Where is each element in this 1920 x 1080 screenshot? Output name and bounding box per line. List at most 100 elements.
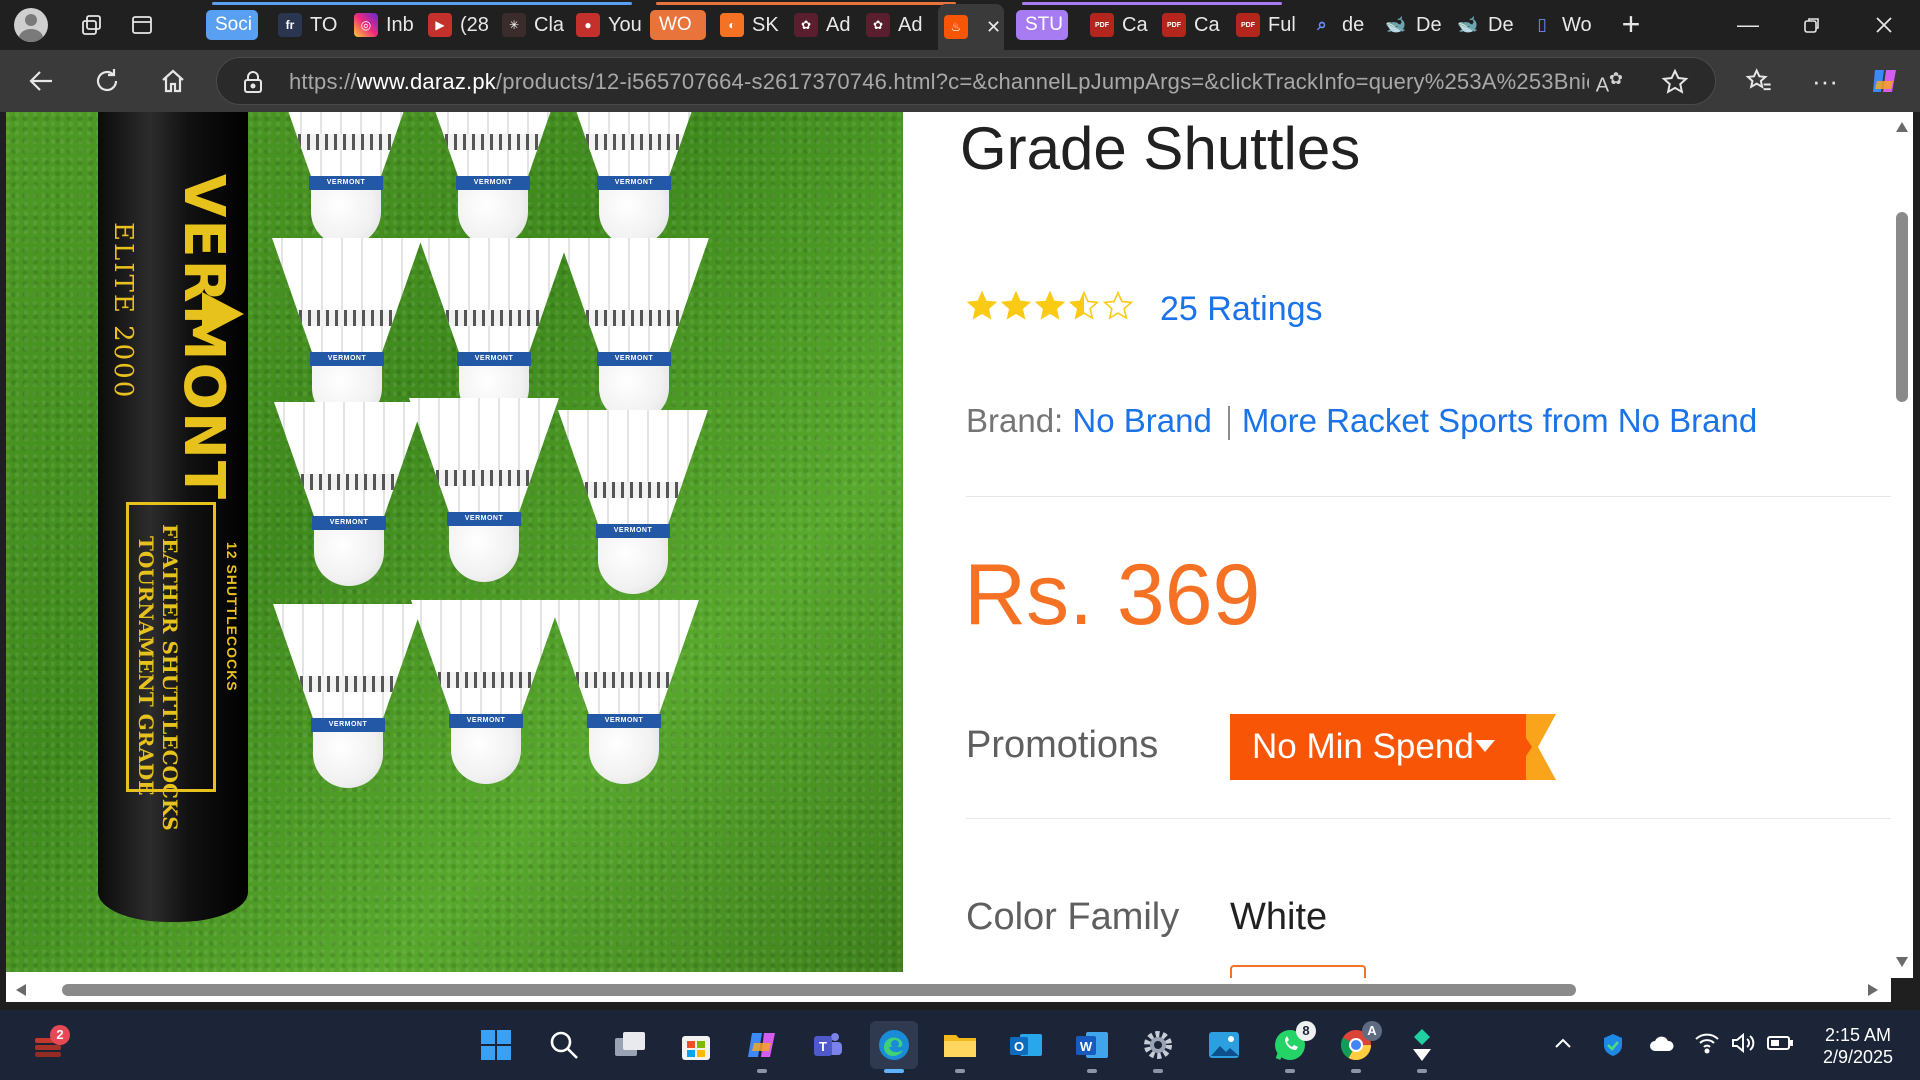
svg-text:O: O: [1014, 1039, 1024, 1054]
photos-icon[interactable]: [1200, 1021, 1248, 1069]
tab-active[interactable]: ♨ ✕: [938, 4, 1004, 50]
new-tab-button[interactable]: +: [1615, 8, 1647, 41]
horizontal-scroll-thumb[interactable]: [62, 984, 1576, 996]
tab-sk[interactable]: ◐ SK: [720, 6, 788, 44]
tab-group-soci[interactable]: Soci: [206, 10, 258, 40]
task-view-icon[interactable]: [606, 1021, 654, 1069]
tab-you[interactable]: ● You: [576, 6, 646, 44]
minimize-button[interactable]: —: [1716, 0, 1780, 50]
shuttlecock: VERMONT: [558, 410, 708, 605]
fr-icon: fr: [278, 13, 302, 37]
chrome-icon[interactable]: A: [1332, 1021, 1382, 1073]
claude-icon: ✳: [502, 13, 526, 37]
workspaces-icon[interactable]: [76, 9, 108, 41]
refresh-icon[interactable]: [90, 64, 124, 98]
settings-icon[interactable]: [1134, 1021, 1182, 1073]
security-shield-icon[interactable]: [1600, 1032, 1626, 1063]
scroll-up-icon[interactable]: [1896, 122, 1908, 132]
star-filled-icon: [1000, 290, 1032, 320]
wifi-icon[interactable]: [1694, 1032, 1720, 1059]
feather-skirt: [273, 604, 423, 724]
product-image[interactable]: VERMONT ELITE 2000 FEATHER SHUTTLECOCKS …: [6, 112, 903, 972]
tab-ad[interactable]: ✿ Ad: [794, 6, 864, 44]
scroll-down-icon[interactable]: [1896, 957, 1908, 967]
chrome-profile-badge: A: [1362, 1021, 1382, 1041]
address-bar[interactable]: https://www.daraz.pk/products/12-i565707…: [216, 57, 1716, 105]
tab-ca[interactable]: PDF Ca: [1162, 6, 1230, 44]
word-icon[interactable]: W: [1068, 1021, 1116, 1073]
tab-title: You: [608, 13, 642, 36]
tab-de[interactable]: ⌕ de: [1310, 6, 1378, 44]
tab-ad[interactable]: ✿ Ad: [866, 6, 936, 44]
back-icon[interactable]: [24, 64, 58, 98]
tab-de[interactable]: 🐋 De: [1456, 6, 1526, 44]
more-menu-icon[interactable]: ···: [1808, 64, 1842, 98]
tab-group-underline: [656, 2, 956, 5]
tab-title: Ca: [1194, 13, 1220, 36]
rating-stars[interactable]: [966, 290, 1134, 322]
tab-de[interactable]: 🐋 De: [1384, 6, 1452, 44]
horizontal-scrollbar[interactable]: [6, 978, 1891, 1002]
store-icon[interactable]: [672, 1021, 720, 1069]
tube-desc-2: TOURNAMENT GRADE: [134, 536, 158, 796]
show-hidden-icons-chevron-up-icon[interactable]: [1552, 1032, 1574, 1059]
url-prefix: https://: [289, 69, 357, 94]
tab-wo[interactable]: ▯ Wo: [1530, 6, 1598, 44]
close-window-button[interactable]: [1852, 0, 1916, 50]
tab-(28[interactable]: ▶ (28: [428, 6, 496, 44]
scroll-right-icon[interactable]: [1868, 984, 1878, 996]
brand-link[interactable]: No Brand: [1072, 402, 1211, 439]
star-filled-icon: [966, 290, 998, 320]
teams-icon[interactable]: T: [804, 1021, 852, 1069]
feather-skirt: [411, 600, 561, 720]
tab-ca[interactable]: PDF Ca: [1090, 6, 1158, 44]
read-aloud-icon[interactable]: A✿: [1596, 69, 1623, 98]
vertical-scroll-thumb[interactable]: [1896, 212, 1908, 402]
app-kinemaster-icon[interactable]: [1398, 1021, 1446, 1073]
shuttle-tube: VERMONT ELITE 2000 FEATHER SHUTTLECOCKS …: [98, 112, 248, 922]
ratings-link[interactable]: 25 Ratings: [1160, 290, 1323, 329]
onedrive-cloud-icon[interactable]: [1648, 1032, 1676, 1059]
copilot-icon[interactable]: [1868, 64, 1902, 98]
tab-inb[interactable]: ◎ Inb: [354, 6, 422, 44]
cork-base: [589, 726, 659, 784]
more-from-brand-link[interactable]: More Racket Sports from No Brand: [1242, 402, 1757, 439]
shuttlecock: VERMONT: [559, 238, 709, 433]
outlook-icon[interactable]: O: [1002, 1021, 1050, 1069]
color-family-label: Color Family: [966, 896, 1180, 938]
tab-group-wo[interactable]: WO: [650, 10, 706, 40]
battery-icon[interactable]: [1766, 1032, 1794, 1059]
tab-group-stu[interactable]: STU: [1016, 10, 1068, 40]
restore-button[interactable]: [1780, 0, 1844, 50]
product-info: Grade Shuttles 25 Ratings Brand: No Bran…: [960, 112, 1891, 978]
tab-cla[interactable]: ✳ Cla: [502, 6, 570, 44]
tab-title: de: [1342, 13, 1365, 36]
color-swatch[interactable]: [1230, 965, 1366, 978]
tab-to[interactable]: fr TO: [278, 6, 346, 44]
volume-icon[interactable]: [1730, 1032, 1756, 1059]
edge-icon[interactable]: [870, 1021, 918, 1073]
widgets-icon[interactable]: 2: [24, 1021, 72, 1069]
system-clock[interactable]: 2:15 AM 2/9/2025: [1808, 1024, 1908, 1068]
lock-icon[interactable]: [243, 70, 263, 99]
url-text[interactable]: https://www.daraz.pk/products/12-i565707…: [289, 69, 1589, 95]
vertical-tabs-icon[interactable]: [126, 9, 158, 41]
copilot-app-icon[interactable]: [738, 1021, 786, 1073]
home-icon[interactable]: [156, 64, 190, 98]
favorite-star-icon[interactable]: [1661, 68, 1689, 101]
brand-separator: [1227, 406, 1230, 441]
scroll-left-icon[interactable]: [16, 984, 26, 996]
feather-skirt: [419, 238, 569, 358]
promotion-dropdown[interactable]: No Min Spend: [1230, 714, 1556, 780]
profile-avatar[interactable]: [14, 8, 48, 42]
tab-title: TO: [310, 13, 338, 36]
shuttle-band-label: VERMONT: [596, 524, 670, 538]
file-explorer-icon[interactable]: [936, 1021, 984, 1073]
search-icon[interactable]: [540, 1021, 588, 1069]
tab-ful[interactable]: PDF Ful: [1236, 6, 1304, 44]
vertical-scrollbar[interactable]: [1891, 112, 1913, 978]
close-tab-icon[interactable]: ✕: [986, 17, 1001, 38]
start-icon[interactable]: [472, 1021, 520, 1069]
whatsapp-icon[interactable]: 8: [1266, 1021, 1316, 1073]
favorites-icon[interactable]: [1742, 64, 1776, 98]
